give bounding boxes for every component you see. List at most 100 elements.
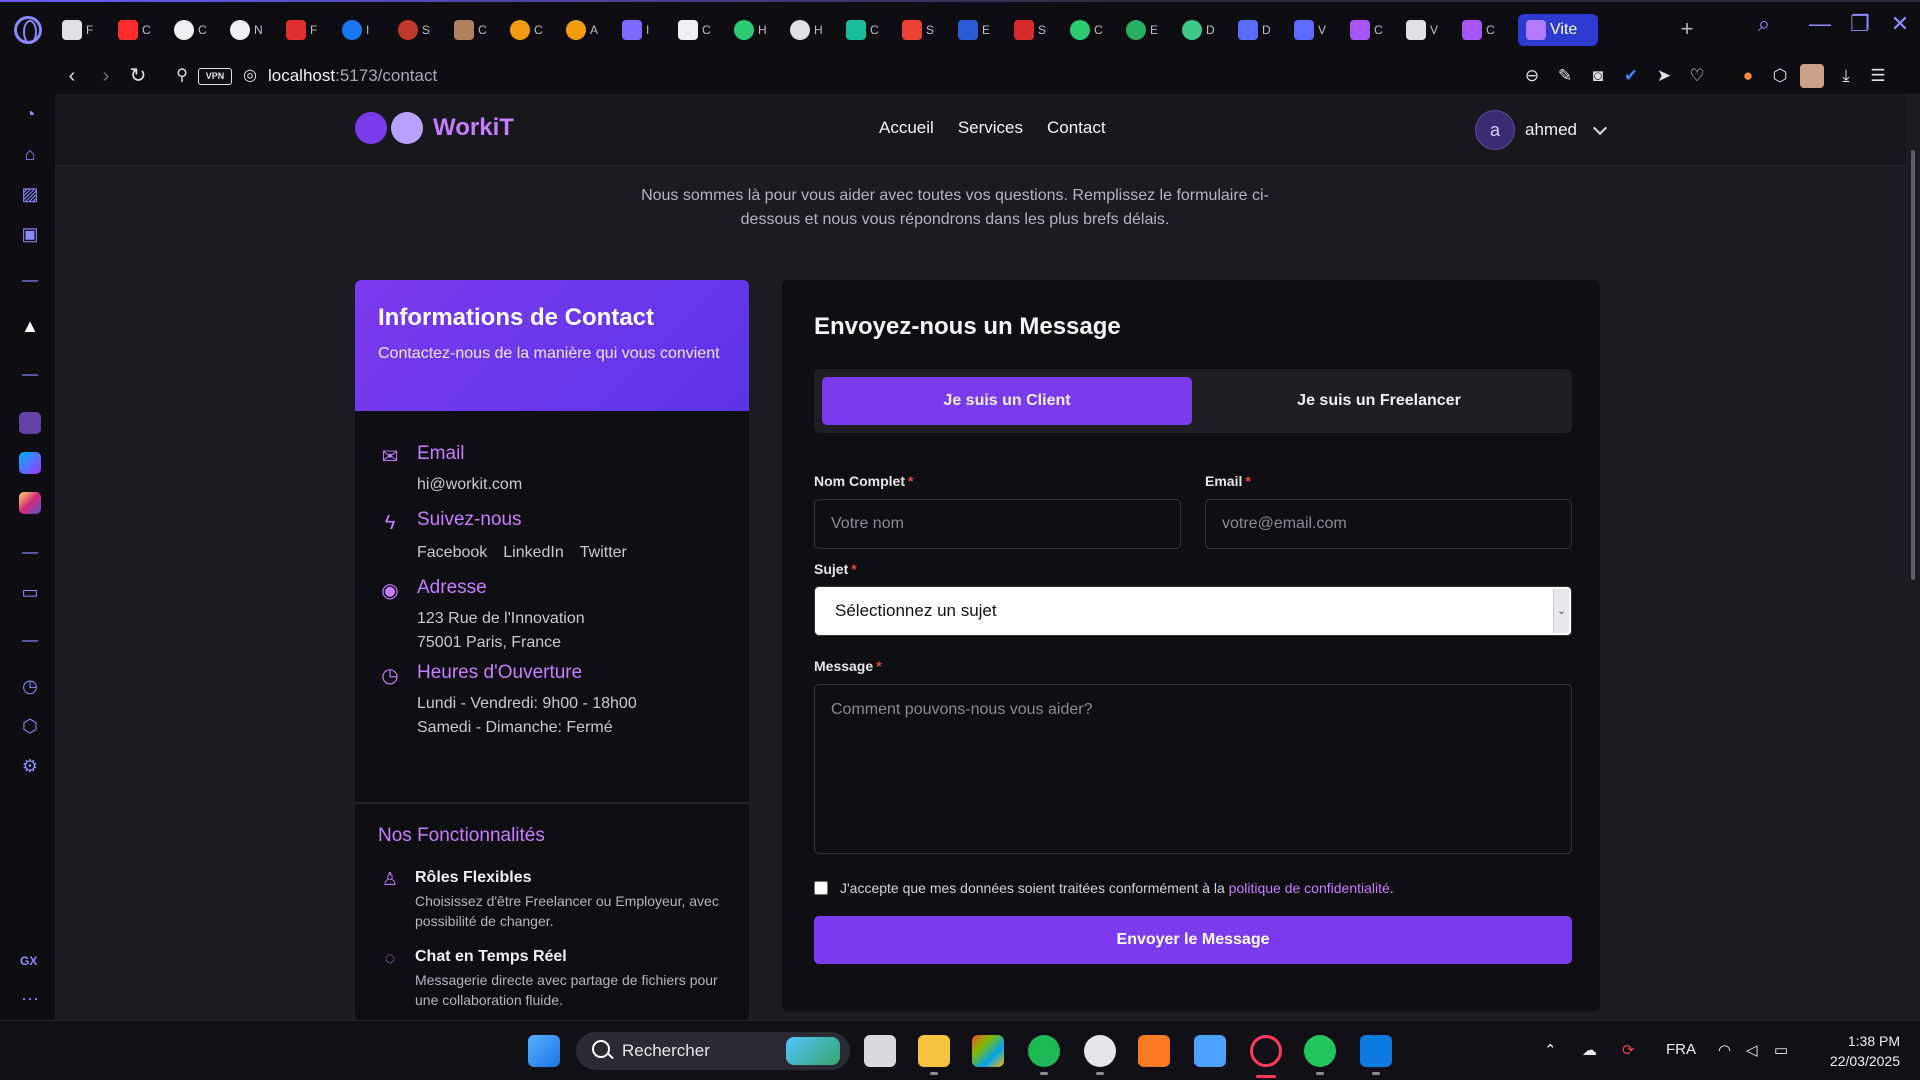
download-icon[interactable]: ⤓ <box>1834 64 1858 88</box>
user-menu[interactable]: a ahmed <box>1475 110 1608 150</box>
browser-tab[interactable]: C <box>1350 14 1406 46</box>
language-indicator[interactable]: FRA <box>1666 1041 1696 1058</box>
extensions-icon[interactable]: ⬡ <box>18 714 42 738</box>
aria-icon[interactable]: ▲ <box>18 314 42 338</box>
browser-tab[interactable]: S <box>902 14 958 46</box>
browser-tab[interactable]: A <box>566 14 622 46</box>
url-field[interactable]: localhost:5173/contact <box>268 66 437 86</box>
nav-link-services[interactable]: Services <box>958 118 1023 138</box>
browser-tab[interactable]: N <box>230 14 286 46</box>
twitter-link[interactable]: Twitter <box>580 541 627 565</box>
subject-select[interactable]: Sélectionnez un sujet ⌄ <box>814 586 1572 636</box>
vpn-badge[interactable]: VPN <box>198 68 232 85</box>
maximize-button[interactable]: ❐ <box>1840 10 1880 38</box>
sync-icon[interactable]: ⟳ <box>1622 1041 1635 1059</box>
browser-tab[interactable]: F <box>286 14 342 46</box>
privacy-policy-link[interactable]: politique de confidentialité <box>1229 880 1390 896</box>
chevron-down-icon[interactable]: ⌄ <box>1553 589 1569 633</box>
facebook-link[interactable]: Facebook <box>417 541 487 565</box>
heart-icon[interactable]: ♡ <box>1685 64 1709 88</box>
site-settings-icon[interactable]: ⚲ <box>168 62 196 90</box>
message-textarea[interactable] <box>814 684 1572 854</box>
forward-icon[interactable]: › <box>92 62 120 90</box>
volume-icon[interactable]: ◁ <box>1746 1041 1758 1059</box>
scrollbar-thumb[interactable] <box>1911 150 1915 580</box>
notepad-icon[interactable] <box>1194 1035 1226 1067</box>
name-field[interactable] <box>814 499 1181 549</box>
history-icon[interactable]: ◷ <box>18 674 42 698</box>
browser-tab[interactable]: D <box>1182 14 1238 46</box>
extension-icon[interactable]: ● <box>1736 64 1760 88</box>
back-icon[interactable]: ‹ <box>58 62 86 90</box>
browser-tab[interactable]: C <box>1462 14 1518 46</box>
browser-tab[interactable]: S <box>1014 14 1070 46</box>
spotify-icon[interactable] <box>1028 1035 1060 1075</box>
messenger-icon[interactable] <box>19 452 41 474</box>
browser-tab[interactable]: C <box>174 14 230 46</box>
browser-tab[interactable]: E <box>958 14 1014 46</box>
browser-tab[interactable]: H <box>734 14 790 46</box>
email-field[interactable] <box>1205 499 1572 549</box>
submit-button[interactable]: Envoyer le Message <box>814 916 1572 964</box>
page-scrollbar[interactable] <box>1906 94 1920 1020</box>
browser-tab[interactable]: C <box>454 14 510 46</box>
browser-tab[interactable]: C <box>118 14 174 46</box>
speed-dial-icon[interactable]: ◔ <box>18 102 42 126</box>
chip-icon[interactable]: ▣ <box>18 222 42 246</box>
wallet-icon[interactable]: ▭ <box>18 580 42 604</box>
store-icon[interactable]: ⌂ <box>18 142 42 166</box>
browser-tab[interactable]: C <box>678 14 734 46</box>
browser-tab[interactable]: H <box>790 14 846 46</box>
reload-icon[interactable]: ↻ <box>124 62 152 90</box>
onedrive-icon[interactable]: ☁ <box>1582 1041 1597 1059</box>
wifi-icon[interactable]: ◠ <box>1718 1041 1731 1059</box>
browser-tab[interactable]: C <box>1070 14 1126 46</box>
minimize-button[interactable]: — <box>1800 10 1840 38</box>
freelancer-toggle-button[interactable]: Je suis un Freelancer <box>1194 377 1564 425</box>
windows-start-icon[interactable] <box>528 1035 560 1067</box>
file-explorer-icon[interactable] <box>918 1035 950 1075</box>
edit-icon[interactable]: ✎ <box>1553 64 1577 88</box>
opera-logo-icon[interactable] <box>14 16 42 44</box>
browser-tab[interactable]: V <box>1294 14 1350 46</box>
browser-tab[interactable]: C <box>846 14 902 46</box>
browser-tab[interactable]: V <box>1406 14 1462 46</box>
shield-icon[interactable]: ✔ <box>1619 64 1643 88</box>
xampp-icon[interactable] <box>1138 1035 1170 1067</box>
new-tab-button[interactable]: + <box>1674 16 1700 42</box>
send-icon[interactable]: ➤ <box>1652 64 1676 88</box>
consent-checkbox[interactable] <box>814 881 828 895</box>
microsoft-store-icon[interactable] <box>972 1035 1004 1067</box>
browser-tab-active[interactable]: Vite <box>1518 14 1598 46</box>
browser-tab[interactable]: D <box>1238 14 1294 46</box>
nav-link-accueil[interactable]: Accueil <box>879 118 934 138</box>
settings-gear-icon[interactable]: ⚙ <box>18 754 42 778</box>
menu-icon[interactable]: ☰ <box>1866 64 1890 88</box>
taskbar-clock[interactable]: 1:38 PM 22/03/2025 <box>1816 1031 1900 1071</box>
battery-icon[interactable]: ▭ <box>1774 1041 1788 1059</box>
profile-avatar[interactable] <box>1800 64 1824 88</box>
close-window-button[interactable]: ✕ <box>1880 10 1920 38</box>
browser-tab[interactable]: E <box>1126 14 1182 46</box>
linkedin-link[interactable]: LinkedIn <box>503 541 564 565</box>
zoom-icon[interactable]: ⊖ <box>1520 64 1544 88</box>
cube-icon[interactable]: ⬡ <box>1768 64 1792 88</box>
site-logo[interactable]: WorkiT <box>355 112 514 144</box>
client-toggle-button[interactable]: Je suis un Client <box>822 377 1192 425</box>
chatgpt-icon[interactable] <box>1084 1035 1116 1075</box>
mongodb-compass-icon[interactable] <box>1304 1035 1336 1075</box>
browser-tab[interactable]: S <box>398 14 454 46</box>
task-view-icon[interactable] <box>864 1035 896 1067</box>
ticket-icon[interactable]: ▨ <box>18 182 42 206</box>
browser-tab[interactable]: F <box>62 14 118 46</box>
email-value[interactable]: hi@workit.com <box>417 473 522 497</box>
nav-link-contact[interactable]: Contact <box>1047 118 1106 138</box>
sidebar-more-icon[interactable]: ··· <box>18 986 42 1010</box>
search-tabs-icon[interactable]: ⌕ <box>1744 10 1784 38</box>
browser-tab[interactable]: I <box>342 14 398 46</box>
browser-tab[interactable]: I <box>622 14 678 46</box>
taskbar-search[interactable]: Rechercher <box>576 1032 850 1070</box>
chevron-up-icon[interactable]: ⌃ <box>1544 1041 1557 1059</box>
vscode-icon[interactable] <box>1360 1035 1392 1075</box>
twitch-icon[interactable] <box>19 412 41 434</box>
